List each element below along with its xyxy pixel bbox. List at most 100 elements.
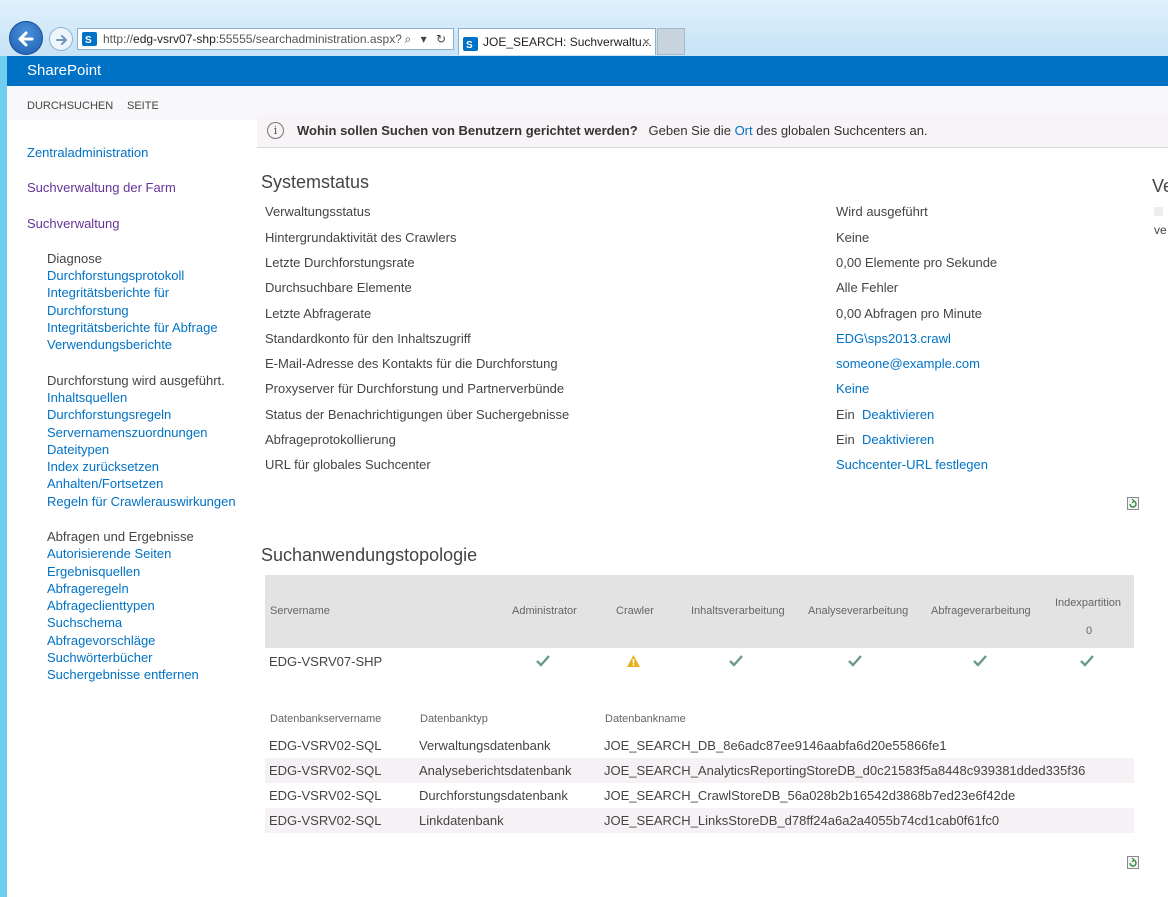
check-icon	[536, 655, 550, 667]
th-indexpartition: Indexpartition	[1055, 597, 1122, 609]
contact-email-link[interactable]: someone@example.com	[836, 356, 980, 371]
proxy-link[interactable]: Keine	[836, 381, 869, 396]
nav-link[interactable]: Anhalten/Fortsetzen	[47, 476, 163, 491]
address-bar[interactable]: S http://edg-vsrv07-shp:55555/searchadmi…	[77, 28, 454, 50]
notification-text: Wohin sollen Suchen von Benutzern gerich…	[297, 123, 928, 138]
nav-link[interactable]: Durchforstungsregeln	[47, 407, 171, 422]
th-inhaltsverarbeitung: Inhaltsverarbeitung	[691, 605, 785, 617]
svg-text:S: S	[85, 35, 92, 46]
th-datenbankname: Datenbankname	[605, 713, 686, 725]
status-row: Hintergrundaktivität des Crawlers Keine	[265, 230, 870, 245]
back-button[interactable]	[9, 21, 43, 55]
status-row: Abfrageprotokollierung Ein Deaktivieren	[265, 432, 935, 447]
server-name: EDG-VSRV07-SHP	[269, 654, 383, 669]
tab-title: JOE_SEARCH: Suchverwaltu...	[483, 35, 652, 49]
status-row: URL für globales Suchcenter Suchcenter-U…	[265, 457, 988, 472]
nav-link[interactable]: Servernamenszuordnungen	[47, 425, 207, 440]
suite-bar: SharePoint	[7, 56, 1168, 86]
right-panel-text-clipped: ve	[1154, 223, 1167, 237]
browser-tab-active[interactable]: S JOE_SEARCH: Suchverwaltu... ×	[458, 28, 656, 55]
th-analyseverarbeitung: Analyseverarbeitung	[808, 605, 909, 617]
refresh-icon[interactable]	[1127, 497, 1139, 510]
status-row: Status der Benachrichtigungen über Suche…	[265, 407, 935, 422]
info-icon: i	[267, 122, 284, 139]
nav-heading-abfragen: Abfragen und Ergebnisse	[47, 529, 194, 544]
topology-row: EDG-VSRV07-SHP	[265, 648, 1134, 676]
notification-bar: i Wohin sollen Suchen von Benutzern geri…	[257, 114, 1168, 148]
nav-link[interactable]: Suchschema	[47, 615, 122, 630]
nav-link[interactable]: Suchergebnisse entfernen	[47, 667, 199, 682]
arrow-right-icon	[56, 35, 67, 45]
th-administrator: Administrator	[512, 605, 577, 617]
nav-heading-diagnose: Diagnose	[47, 251, 102, 266]
close-icon[interactable]: ×	[642, 29, 650, 55]
refresh-icon[interactable]	[1127, 856, 1139, 869]
topology-title: Suchanwendungstopologie	[261, 545, 478, 565]
nav-suchverwaltung[interactable]: Suchverwaltung	[27, 216, 120, 231]
deaktivieren-alerts-link[interactable]: Deaktivieren	[862, 407, 934, 422]
browser-frame	[0, 56, 7, 897]
status-row: E-Mail-Adresse des Kontakts für die Durc…	[265, 356, 980, 371]
nav-link[interactable]: Abfrageclienttypen	[47, 598, 155, 613]
nav-link[interactable]: Index zurücksetzen	[47, 459, 159, 474]
nav-link[interactable]: Ergebnisquellen	[47, 564, 140, 579]
arrow-left-icon	[18, 31, 34, 47]
check-icon	[848, 655, 862, 667]
status-value: Wird ausgeführt	[836, 204, 928, 219]
topology-table: Servername Administrator Crawler Inhalts…	[265, 575, 1134, 675]
nav-link[interactable]: Suchwörterbücher	[47, 650, 153, 665]
nav-link[interactable]: Autorisierende Seiten	[47, 546, 171, 561]
status-row: Verwaltungsstatus Wird ausgeführt	[265, 204, 928, 219]
browser-chrome: S http://edg-vsrv07-shp:55555/searchadmi…	[0, 0, 1168, 56]
nav-heading-durchforstung: Durchforstung wird ausgeführt.	[47, 373, 225, 388]
table-row: EDG-VSRV02-SQL Analyseberichtsdatenbank …	[265, 758, 1134, 783]
nav-zentraladministration[interactable]: Zentraladministration	[27, 145, 148, 160]
status-row: Proxyserver für Durchforstung und Partne…	[265, 381, 870, 396]
nav-link[interactable]: Regeln für Crawlerauswirkungen	[47, 494, 236, 509]
nav-link[interactable]: Integritätsberichte für	[47, 285, 169, 300]
nav-link[interactable]: Verwendungsberichte	[47, 337, 172, 352]
suite-title[interactable]: SharePoint	[27, 56, 101, 86]
check-icon	[973, 655, 987, 667]
address-search-refresh-icons[interactable]: ⌕ ▾ ↻	[405, 29, 449, 49]
nav-link[interactable]: Durchforstungsprotokoll	[47, 268, 184, 283]
table-row: EDG-VSRV02-SQL Verwaltungsdatenbank JOE_…	[269, 738, 947, 753]
right-panel-title-clipped: Ve	[1152, 176, 1168, 196]
table-row: EDG-VSRV02-SQL Linkdatenbank JOE_SEARCH_…	[265, 808, 1134, 833]
tab-seite[interactable]: SEITE	[127, 100, 159, 112]
nav-link[interactable]: Abfrageregeln	[47, 581, 129, 596]
status-row: Standardkonto für den Inhaltszugriff EDG…	[265, 331, 951, 346]
th-servername: Servername	[270, 605, 330, 617]
forward-button[interactable]	[49, 27, 73, 51]
status-value: Keine	[836, 230, 870, 245]
deaktivieren-logging-link[interactable]: Deaktivieren	[862, 432, 934, 447]
address-url: http://edg-vsrv07-shp:55555/searchadmini…	[103, 32, 402, 46]
suchcenter-url-link[interactable]: Suchcenter-URL festlegen	[836, 457, 988, 472]
th-datenbanktyp: Datenbanktyp	[420, 713, 488, 725]
check-icon	[1080, 655, 1094, 667]
nav-link[interactable]: Dateitypen	[47, 442, 109, 457]
new-tab-button[interactable]	[657, 28, 685, 55]
status-row: Durchsuchbare Elemente Alle Fehler	[265, 280, 899, 295]
warning-icon	[627, 655, 640, 667]
check-icon	[729, 655, 743, 667]
nav-suchverwaltung-farm[interactable]: Suchverwaltung der Farm	[27, 180, 176, 195]
th-indexpartition-number: 0	[1086, 625, 1093, 637]
th-datenbankservername: Datenbankservername	[270, 713, 382, 725]
status-row: Letzte Abfragerate 0,00 Abfragen pro Min…	[265, 306, 982, 321]
topology-header: Servername Administrator Crawler Inhalts…	[265, 575, 1134, 648]
nav-link[interactable]: Durchforstung	[47, 303, 129, 318]
crawl-account-link[interactable]: EDG\sps2013.crawl	[836, 331, 951, 346]
right-panel-checkbox-clipped[interactable]	[1154, 207, 1163, 216]
nav-link[interactable]: Integritätsberichte für Abfrage	[47, 320, 218, 335]
sharepoint-favicon-icon: S	[82, 32, 97, 52]
status-value: Alle Fehler	[836, 280, 899, 295]
svg-text:S: S	[466, 40, 473, 51]
ort-link[interactable]: Ort	[735, 123, 753, 138]
table-row: EDG-VSRV02-SQL Durchforstungsdatenbank J…	[269, 788, 1016, 803]
nav-link[interactable]: Inhaltsquellen	[47, 390, 127, 405]
tab-durchsuchen[interactable]: DURCHSUCHEN	[27, 100, 113, 112]
th-abfrageverarbeitung: Abfrageverarbeitung	[931, 605, 1031, 617]
nav-link[interactable]: Abfragevorschläge	[47, 633, 155, 648]
th-crawler: Crawler	[616, 605, 654, 617]
